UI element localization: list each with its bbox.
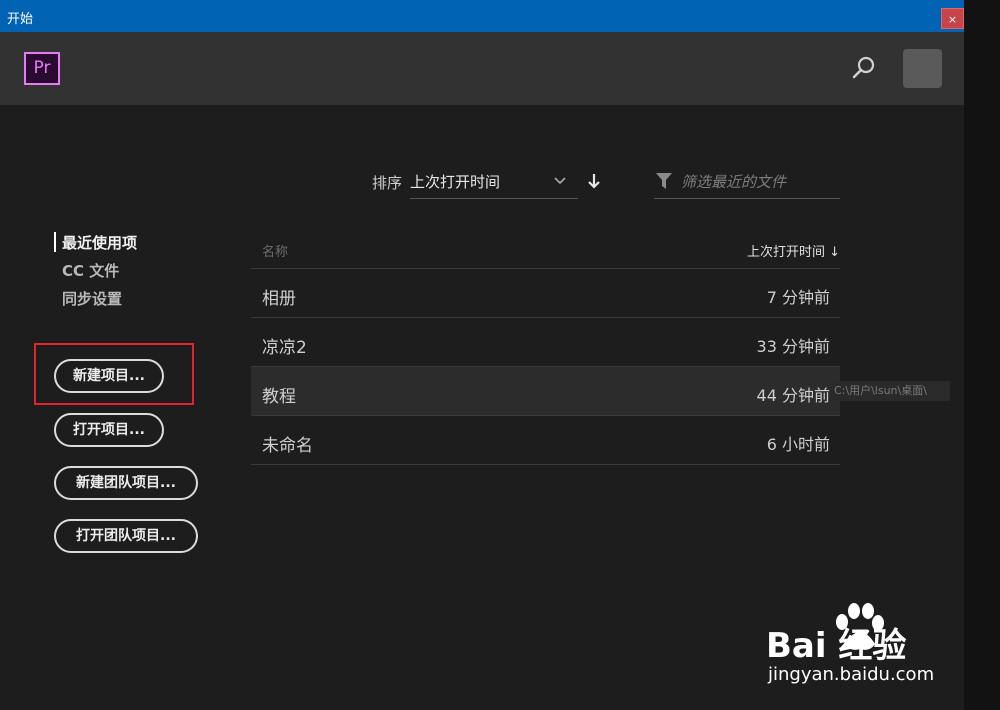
file-time: 7 分钟前 [766, 288, 830, 307]
table-row[interactable]: 教程 44 分钟前 [251, 367, 840, 416]
table-row[interactable]: 相册 7 分钟前 [251, 269, 840, 318]
table-row[interactable]: 凉凉2 33 分钟前 [251, 318, 840, 367]
path-tooltip: C:\用户\lsun\桌面\ [830, 381, 950, 401]
active-indicator [54, 232, 56, 252]
open-team-project-button[interactable]: 打开团队项目... [54, 519, 198, 553]
avatar[interactable] [903, 49, 942, 88]
new-team-project-button[interactable]: 新建团队项目... [54, 466, 198, 500]
watermark-brand: Bai 经验 [766, 626, 907, 666]
baidu-watermark: Bai 经验 jingyan.baidu.com [766, 602, 956, 692]
table-row[interactable]: 未命名 6 小时前 [251, 416, 840, 465]
watermark-url: jingyan.baidu.com [768, 664, 935, 685]
filter-icon [656, 173, 672, 189]
premiere-logo: Pr [24, 52, 60, 85]
table-header: 名称 上次打开时间 ↓ [251, 230, 840, 269]
open-project-button[interactable]: 打开项目... [54, 413, 164, 447]
sidebar-item-recent[interactable]: 最近使用项 [62, 232, 137, 253]
sidebar-item-sync-settings[interactable]: 同步设置 [62, 288, 122, 309]
sidebar-item-cc-files[interactable]: CC 文件 [62, 260, 119, 281]
column-time-header[interactable]: 上次打开时间 ↓ [747, 241, 840, 260]
highlight-annotation [34, 343, 194, 405]
background-strip [964, 0, 1000, 710]
column-name-header[interactable]: 名称 [262, 241, 288, 260]
window-title: 开始 [7, 12, 34, 27]
file-name: 教程 [262, 387, 296, 407]
filter-field[interactable] [654, 166, 840, 199]
file-time: 6 小时前 [766, 435, 830, 454]
sort-dropdown[interactable]: 上次打开时间 [410, 166, 578, 199]
app-header: Pr [0, 32, 964, 105]
file-time: 33 分钟前 [756, 337, 830, 356]
file-time: 44 分钟前 [756, 386, 830, 405]
file-name: 相册 [262, 289, 296, 309]
file-name: 未命名 [262, 436, 313, 456]
sort-direction-arrow-icon[interactable] [586, 172, 602, 190]
search-icon[interactable] [850, 54, 878, 82]
file-name: 凉凉2 [262, 338, 307, 358]
sort-label: 排序 [372, 174, 403, 192]
filter-input[interactable] [681, 170, 836, 194]
close-button[interactable]: × [941, 8, 964, 29]
sort-value: 上次打开时间 [410, 173, 501, 191]
chevron-down-icon [554, 177, 566, 185]
title-bar: 开始 × [0, 0, 964, 32]
recent-files-table: 名称 上次打开时间 ↓ 相册 7 分钟前 凉凉2 33 分钟前 教程 44 分钟… [251, 230, 840, 465]
